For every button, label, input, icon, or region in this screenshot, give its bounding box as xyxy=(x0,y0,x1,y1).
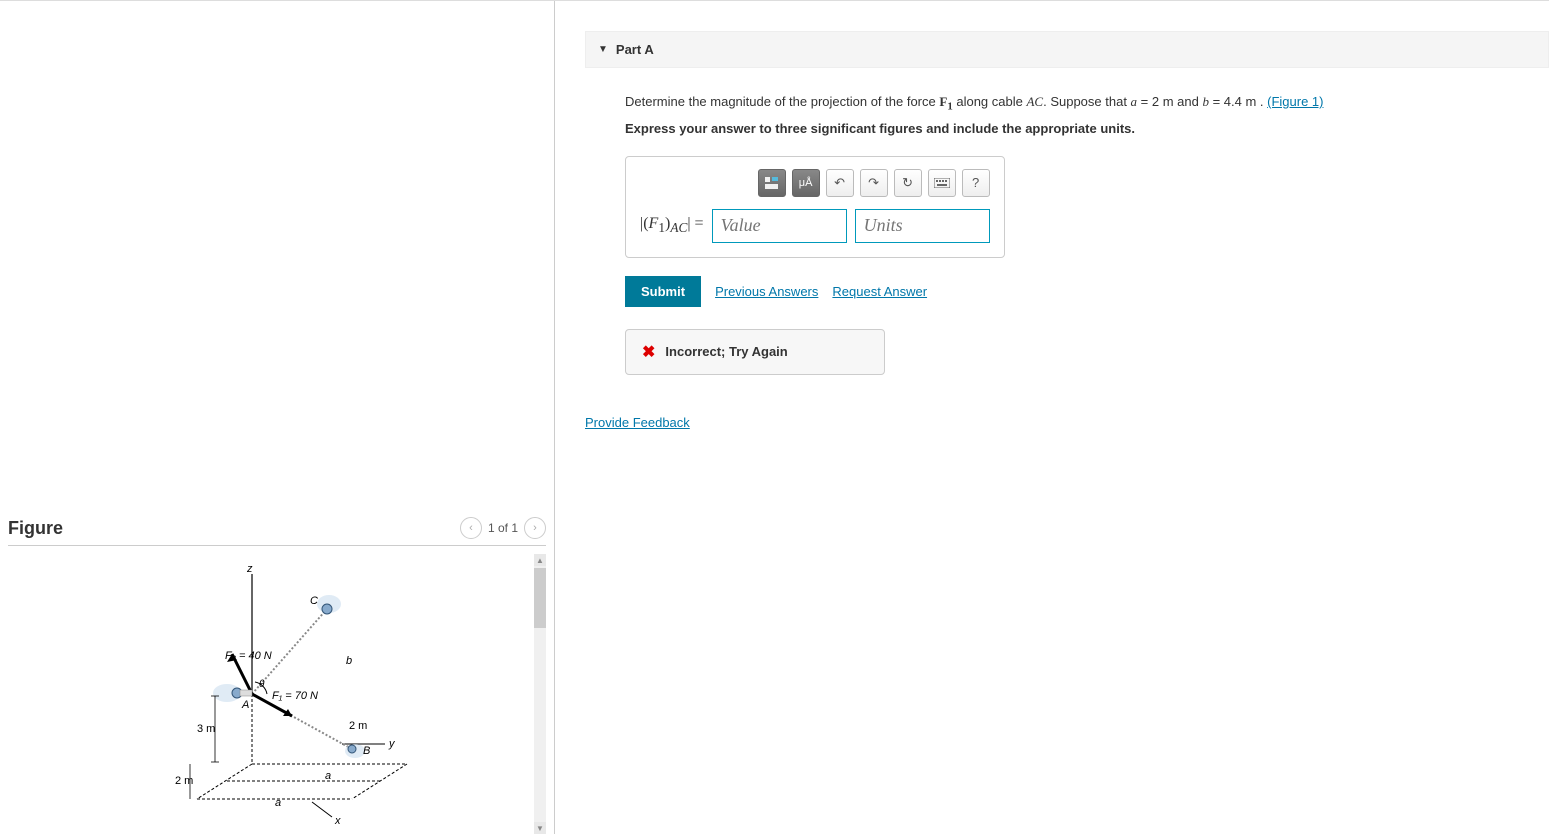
reset-button[interactable]: ↻ xyxy=(894,169,922,197)
scroll-down-icon[interactable]: ▼ xyxy=(534,822,546,834)
right-panel: ▼ Part A Determine the magnitude of the … xyxy=(555,1,1549,834)
label-B: B xyxy=(363,745,370,757)
undo-button[interactable]: ↶ xyxy=(826,169,854,197)
left-panel: Figure ‹ 1 of 1 › z xyxy=(0,1,555,834)
figure-nav: ‹ 1 of 1 › xyxy=(460,517,546,539)
units-input[interactable] xyxy=(855,209,990,243)
scroll-up-icon[interactable]: ▲ xyxy=(534,554,546,566)
redo-button[interactable]: ↷ xyxy=(860,169,888,197)
previous-answers-link[interactable]: Previous Answers xyxy=(715,284,818,299)
axis-y-label: y xyxy=(388,738,396,750)
figure-next-button[interactable]: › xyxy=(524,517,546,539)
submit-button[interactable]: Submit xyxy=(625,276,701,307)
axis-z-label: z xyxy=(246,563,253,575)
templates-button[interactable] xyxy=(758,169,786,197)
scroll-thumb[interactable] xyxy=(534,568,546,628)
axis-x-label: x xyxy=(334,815,341,824)
label-2m-left: 2 m xyxy=(175,775,193,787)
label-a2: a xyxy=(275,797,281,809)
figure-link[interactable]: (Figure 1) xyxy=(1267,94,1323,109)
figure-diagram: z y x xyxy=(77,554,477,824)
help-button[interactable]: ? xyxy=(962,169,990,197)
label-F2: F₂ = 40 N xyxy=(225,650,272,662)
label-3m: 3 m xyxy=(197,723,215,735)
feedback-box: ✖ Incorrect; Try Again xyxy=(625,329,885,375)
answer-box: μÅ ↶ ↷ ↻ ? |(F1)AC| = xyxy=(625,156,1005,258)
label-2m-right: 2 m xyxy=(349,720,367,732)
label-theta: θ xyxy=(259,679,265,690)
instruction-text: Express your answer to three significant… xyxy=(625,121,1485,136)
part-header[interactable]: ▼ Part A xyxy=(585,31,1549,68)
figure-nav-label: 1 of 1 xyxy=(488,521,518,535)
provide-feedback-link[interactable]: Provide Feedback xyxy=(585,415,1549,430)
feedback-text: Incorrect; Try Again xyxy=(665,344,787,359)
incorrect-icon: ✖ xyxy=(642,342,655,362)
label-b: b xyxy=(346,655,352,667)
figure-title: Figure xyxy=(8,518,63,539)
figure-body: z y x xyxy=(8,554,546,834)
value-input[interactable] xyxy=(712,209,847,243)
label-C: C xyxy=(310,595,318,607)
part-title: Part A xyxy=(616,42,654,57)
figure-prev-button[interactable]: ‹ xyxy=(460,517,482,539)
collapse-caret-icon: ▼ xyxy=(598,44,608,55)
special-chars-button[interactable]: μÅ xyxy=(792,169,820,197)
label-A: A xyxy=(241,699,249,711)
keyboard-button[interactable] xyxy=(928,169,956,197)
label-a1: a xyxy=(325,770,331,782)
question-text: Determine the magnitude of the projectio… xyxy=(625,92,1485,115)
answer-label: |(F1)AC| = xyxy=(640,215,704,236)
request-answer-link[interactable]: Request Answer xyxy=(832,284,927,299)
figure-section: Figure ‹ 1 of 1 › z xyxy=(0,509,554,834)
answer-toolbar: μÅ ↶ ↷ ↻ ? xyxy=(640,169,990,197)
figure-scrollbar[interactable]: ▲ ▼ xyxy=(534,554,546,834)
label-F1: F₁ = 70 N xyxy=(272,690,318,702)
